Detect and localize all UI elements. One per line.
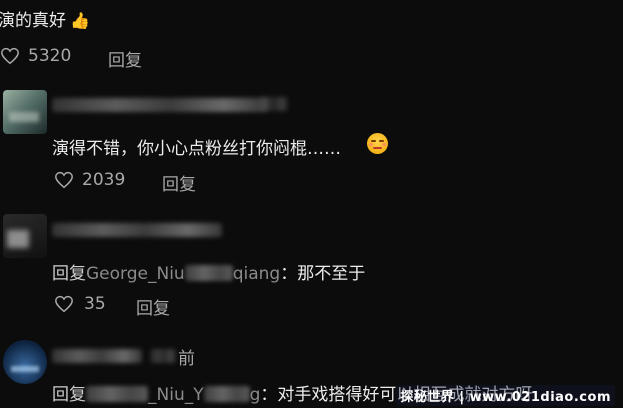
reply-button[interactable]: 回复: [136, 294, 170, 319]
comment-2-text: 演得不错，你小心点粉丝打你闷棍……: [52, 134, 341, 159]
comment-text: 演的真好: [0, 11, 66, 31]
like-button[interactable]: 5320: [0, 46, 71, 66]
username-blurred[interactable]: [52, 98, 267, 112]
unamused-face-icon: [367, 133, 388, 154]
comment-text: 演得不错，你小心点粉丝打你闷棍……: [52, 139, 341, 159]
comment-3-text: 回复George_Niu qiang：那不至于: [52, 259, 365, 284]
timestamp-suffix: 前: [178, 349, 195, 369]
comment-1-text: 演的真好 👍: [0, 6, 90, 31]
username-blurred[interactable]: [52, 223, 222, 237]
colon: ：: [280, 264, 298, 284]
timestamp-blurred: [150, 349, 176, 363]
reply-button[interactable]: 回复: [162, 170, 196, 195]
site-watermark: 探秘世界 | www.021diao.com: [396, 385, 615, 406]
reply-button[interactable]: 回复: [108, 46, 142, 71]
reply-prefix: 回复: [52, 385, 86, 405]
like-button[interactable]: 2039: [54, 170, 125, 190]
like-count: 5320: [28, 46, 72, 66]
heart-outline-icon: [1, 47, 19, 65]
avatar[interactable]: [3, 90, 47, 134]
reply-target-blurred: [86, 386, 148, 402]
username-blurred[interactable]: [52, 349, 142, 363]
reply-target-name[interactable]: George_Niu: [86, 264, 185, 284]
like-button[interactable]: 35: [54, 294, 106, 314]
reply-prefix: 回复: [52, 264, 86, 284]
reply-target-name-end[interactable]: g: [250, 385, 261, 405]
colon: ：: [260, 385, 278, 405]
like-count: 35: [84, 294, 106, 314]
reply-target-name[interactable]: _Niu_Y: [148, 385, 204, 405]
avatar[interactable]: [3, 214, 47, 258]
comment-text: 那不至于: [297, 264, 366, 284]
heart-outline-icon: [55, 171, 73, 189]
user-badge-blurred: [258, 97, 288, 111]
like-count: 2039: [82, 170, 126, 190]
thumbs-up-icon: 👍: [70, 11, 90, 30]
reply-target-name-end[interactable]: qiang: [233, 264, 281, 284]
heart-outline-icon: [55, 295, 73, 313]
reply-target-blurred-2: [203, 386, 250, 402]
avatar[interactable]: [3, 340, 47, 384]
reply-target-blurred: [184, 265, 233, 281]
